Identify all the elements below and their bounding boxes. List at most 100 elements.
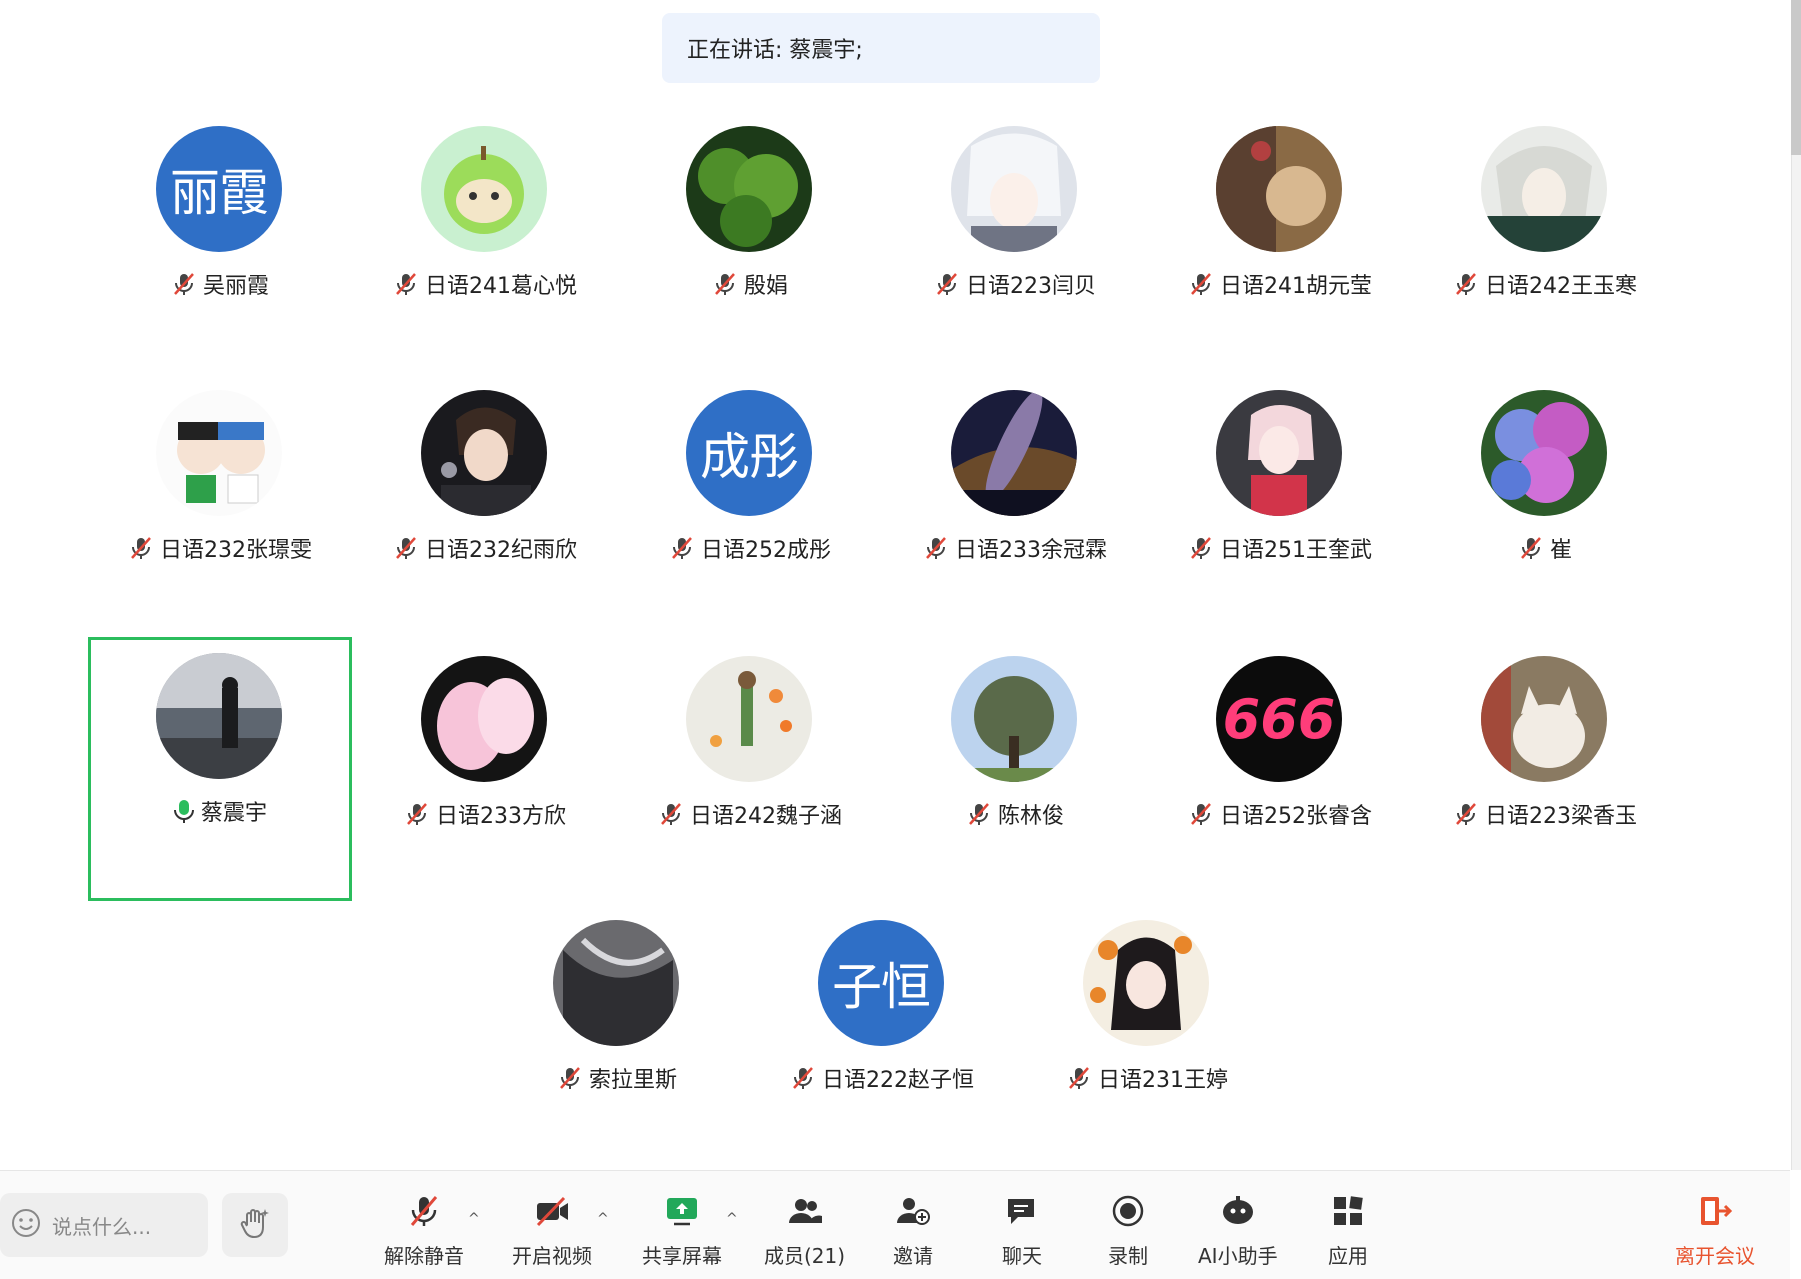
audio-options-chevron-up-icon[interactable]: ^ [468,1211,480,1227]
participant-name-row: 日语252成彤 [618,532,882,564]
emoji-icon[interactable] [10,1207,42,1244]
chat-input[interactable]: 说点什么... [0,1193,208,1257]
participant-tile[interactable]: 日语232纪雨欣 [353,374,617,638]
avatar [421,656,547,782]
apps-button[interactable]: 应用 [1328,1193,1368,1269]
participant-tile[interactable]: 日语233余冠霖 [883,374,1147,638]
participant-tile[interactable]: 丽霞 吴丽霞 [88,110,352,374]
participant-name: 日语232张璟雯 [160,538,312,563]
scrollbar-thumb[interactable] [1791,0,1801,155]
participant-name-row: 日语232纪雨欣 [353,532,617,564]
participant-tile-active-speaker[interactable]: 蔡震宇 [88,637,352,901]
mic-muted-icon [669,535,695,561]
chat-label: 聊天 [1002,1244,1042,1268]
avatar [1083,920,1209,1046]
participant-name-row: 崔 [1413,532,1677,564]
participant-name: 日语223梁香玉 [1485,804,1637,829]
participant-tile[interactable]: 成彤 日语252成彤 [618,374,882,638]
members-button[interactable]: 成员(21) [764,1193,845,1269]
video-off-icon [534,1193,570,1234]
mic-muted-icon [923,535,949,561]
mic-muted-icon [1188,535,1214,561]
participant-tile[interactable]: 日语251王奎武 [1148,374,1412,638]
participant-name: 日语232纪雨欣 [425,538,577,563]
participant-tile[interactable]: 日语242魏子涵 [618,640,882,904]
mic-muted-icon [557,1065,583,1091]
participant-name: 日语233方欣 [436,804,566,829]
share-options-chevron-up-icon[interactable]: ^ [726,1211,738,1227]
participant-name-row: 蔡震宇 [91,795,349,827]
speaking-label: 正在讲话: 蔡震宇; [687,38,863,63]
participant-name-row: 日语251王奎武 [1148,532,1412,564]
speaking-indicator: 正在讲话: 蔡震宇; [662,13,1100,83]
participant-name: 日语223闫贝 [966,274,1096,299]
participant-name: 崔 [1549,538,1572,563]
invite-button[interactable]: 邀请 [893,1193,933,1269]
participant-name: 日语242魏子涵 [690,804,842,829]
participant-name: 日语242王玉寒 [1485,274,1637,299]
participant-name-row: 日语223梁香玉 [1413,798,1677,830]
start-video-button[interactable]: 开启视频 [512,1193,592,1269]
participant-tile[interactable]: 日语223梁香玉 [1413,640,1677,904]
mic-muted-icon [393,271,419,297]
avatar [686,656,812,782]
share-screen-label: 共享屏幕 [642,1244,722,1268]
avatar [1216,126,1342,252]
chat-button[interactable]: 聊天 [1002,1193,1042,1269]
participant-name-row: 日语233方欣 [353,798,617,830]
participant-name: 日语241葛心悦 [425,274,577,299]
mic-muted-icon [393,535,419,561]
avatar [421,126,547,252]
apps-label: 应用 [1328,1244,1368,1268]
participant-tile[interactable]: 子恒 日语222赵子恒 [750,904,1014,1168]
mic-muted-icon [790,1065,816,1091]
hand-icon [237,1205,273,1245]
mic-on-icon [173,798,195,824]
participant-tile[interactable]: 666 日语252张睿含 [1148,640,1412,904]
participant-tile[interactable]: 崔 [1413,374,1677,638]
participant-tile[interactable]: 索拉里斯 [485,904,749,1168]
mic-muted-icon [1518,535,1544,561]
participant-name: 索拉里斯 [588,1068,677,1093]
participant-name-row: 日语241胡元莹 [1148,268,1412,300]
participant-name-row: 日语222赵子恒 [750,1062,1014,1094]
participant-tile[interactable]: 日语242王玉寒 [1413,110,1677,374]
raise-hand-button[interactable] [222,1193,288,1257]
participant-tile[interactable]: 日语223闫贝 [883,110,1147,374]
participant-tile[interactable]: 日语233方欣 [353,640,617,904]
participant-name-row: 殷娟 [618,268,882,300]
avatar [156,653,282,779]
avatar: 子恒 [818,920,944,1046]
record-button[interactable]: 录制 [1108,1193,1148,1269]
mic-muted-icon [406,1193,442,1234]
mic-muted-icon [1453,801,1479,827]
participant-tile[interactable]: 殷娟 [618,110,882,374]
unmute-button[interactable]: 解除静音 [384,1193,464,1269]
avatar [1481,126,1607,252]
members-label: 成员(21) [764,1244,846,1268]
avatar [686,126,812,252]
share-screen-button[interactable]: 共享屏幕 [642,1193,722,1269]
participant-tile[interactable]: 日语241胡元莹 [1148,110,1412,374]
participant-tile[interactable]: 陈林俊 [883,640,1147,904]
scrollbar[interactable] [1791,0,1801,1170]
participant-tile[interactable]: 日语231王婷 [1015,904,1279,1168]
chat-placeholder: 说点什么... [52,1214,152,1239]
mic-muted-icon [128,535,154,561]
leave-label: 离开会议 [1675,1244,1755,1268]
leave-meeting-button[interactable]: 离开会议 [1675,1193,1755,1269]
mic-muted-icon [1188,801,1214,827]
ai-assistant-button[interactable]: AI小助手 [1198,1193,1278,1269]
avatar: 666 [1216,656,1342,782]
participant-name: 日语251王奎武 [1220,538,1372,563]
participant-tile[interactable]: 日语241葛心悦 [353,110,617,374]
mic-muted-icon [171,271,197,297]
robot-icon [1220,1193,1256,1234]
invite-label: 邀请 [893,1244,933,1268]
participant-tile[interactable]: 日语232张璟雯 [88,374,352,638]
participant-name: 陈林俊 [997,804,1064,829]
avatar [1481,656,1607,782]
video-options-chevron-up-icon[interactable]: ^ [597,1211,609,1227]
mic-muted-icon [404,801,430,827]
participant-name: 日语222赵子恒 [822,1068,974,1093]
